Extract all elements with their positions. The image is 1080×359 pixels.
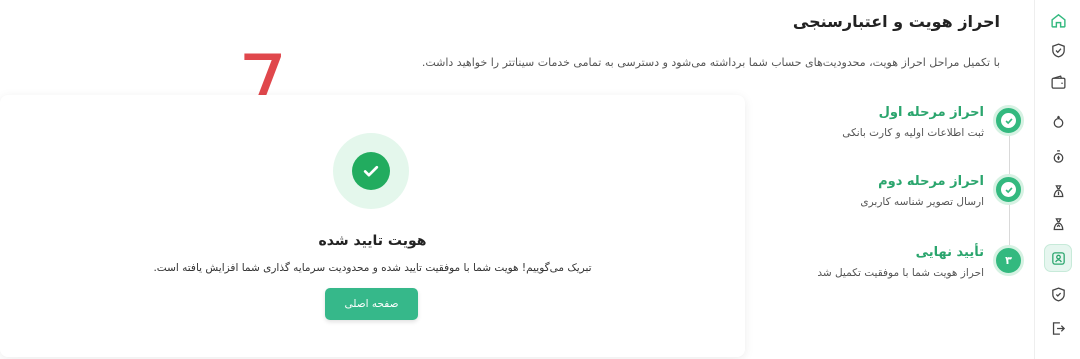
piggy-bank-coin-icon[interactable] [1044, 142, 1072, 170]
card-message: تبریک می‌گوییم! هویت شما با موفقیت تایید… [153, 262, 592, 274]
success-badge [333, 133, 409, 209]
page-subtitle: با تکمیل مراحل احراز هویت، محدودیت‌های ح… [421, 56, 1000, 69]
logout-icon[interactable] [1044, 314, 1072, 342]
wallet-icon[interactable] [1044, 68, 1072, 96]
piggy-bank-icon[interactable] [1044, 107, 1072, 135]
step-1-description: ثبت اطلاعات اولیه و کارت بانکی [842, 127, 984, 139]
identity-card-icon[interactable] [1044, 244, 1072, 272]
step-2-description: ارسال تصویر شناسه کاربری [860, 196, 984, 208]
money-bag-up-icon[interactable] [1044, 210, 1072, 238]
check-icon [1004, 117, 1013, 124]
home-page-button[interactable]: صفحه اصلی [325, 288, 418, 320]
step-3-badge: ۳ [993, 245, 1024, 276]
card-title: هویت تایید شده [318, 233, 427, 249]
verification-success-card: هویت تایید شده تبریک می‌گوییم! هویت شما … [0, 95, 745, 357]
step-1-badge [993, 105, 1024, 136]
check-icon [1004, 186, 1013, 193]
shield-check-icon[interactable] [1044, 36, 1072, 64]
home-icon[interactable] [1044, 6, 1072, 34]
sidebar-rail [1034, 0, 1080, 359]
page-title: احراز هویت و اعتبارسنجی [792, 12, 1000, 31]
step-1-title: احراز مرحله اول [878, 105, 984, 120]
step-2-badge [993, 174, 1024, 205]
step-2-title: احراز مرحله دوم [878, 174, 984, 189]
money-bag-icon[interactable] [1044, 177, 1072, 205]
shield-icon[interactable] [1044, 280, 1072, 308]
step-3-title: تأیید نهایی [915, 245, 984, 260]
verification-steps: احراز مرحله اول ثبت اطلاعات اولیه و کارت… [790, 95, 1024, 295]
step-3-description: احراز هویت شما با موفقیت تکمیل شد [817, 267, 984, 279]
check-icon [363, 165, 379, 177]
